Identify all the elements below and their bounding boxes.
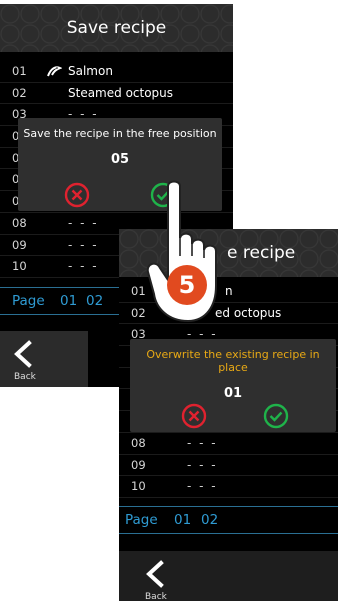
dialog-position: 05 (110, 152, 130, 167)
recipe-name: - - - (187, 479, 218, 494)
recipe-name: - - - (187, 435, 218, 450)
recipe-name: Salmon (68, 64, 113, 78)
cancel-icon[interactable] (181, 403, 207, 433)
page-link-02[interactable]: 02 (86, 293, 103, 309)
back-label: Back (14, 372, 36, 382)
page-link-01[interactable]: 01 (60, 293, 77, 309)
recipe-row[interactable]: 09 - - - (119, 455, 338, 477)
page-label: Page (125, 512, 158, 528)
header: Save recipe (0, 4, 233, 52)
page-label: Page (12, 293, 45, 309)
recipe-name: Steamed octopus (68, 85, 174, 100)
recipe-row[interactable]: 01 Salmon (0, 61, 233, 83)
row-number: 08 (12, 215, 27, 230)
overwrite-dialog: Overwrite the existing recipe in place 0… (130, 339, 336, 432)
row-number: 01 (12, 64, 27, 78)
chevron-left-icon (14, 340, 32, 368)
page-link-02[interactable]: 02 (201, 512, 218, 528)
dialog-message: Save the recipe in the free position (23, 127, 217, 140)
recipe-name: - - - (68, 237, 99, 252)
recipe-row[interactable]: 08 - - - (119, 433, 338, 455)
dialog-position: 01 (223, 386, 243, 401)
page-title: Save recipe (66, 18, 167, 38)
chevron-left-icon (146, 560, 164, 588)
confirm-icon[interactable] (263, 403, 289, 433)
row-number: 10 (131, 479, 146, 494)
pagination: Page 01 02 (119, 506, 338, 534)
step-badge: 5 (167, 265, 207, 305)
recipe-name: - - - (187, 457, 218, 472)
page-link-01[interactable]: 01 (174, 512, 191, 528)
fish-icon (46, 63, 63, 82)
back-button[interactable]: Back (119, 551, 338, 601)
tap-hand-icon: 5 (146, 176, 230, 340)
row-number: 02 (12, 85, 27, 100)
recipe-name: - - - (68, 215, 99, 230)
step-number: 5 (178, 271, 196, 299)
cancel-icon[interactable] (64, 182, 90, 212)
row-number: 01 (131, 284, 146, 298)
page-title: e recipe (227, 243, 296, 263)
recipe-row[interactable]: 10 - - - (119, 476, 338, 498)
row-number: 09 (12, 237, 27, 252)
row-number: 09 (131, 457, 146, 472)
recipe-name: - - - (68, 259, 99, 274)
dialog-message: Overwrite the existing recipe in place (146, 348, 320, 374)
recipe-row[interactable]: 02 Steamed octopus (0, 83, 233, 105)
row-number: 10 (12, 259, 27, 274)
row-number: 08 (131, 435, 146, 450)
back-label: Back (145, 592, 167, 601)
back-button[interactable]: Back (0, 331, 88, 387)
row-number: 02 (131, 305, 146, 320)
